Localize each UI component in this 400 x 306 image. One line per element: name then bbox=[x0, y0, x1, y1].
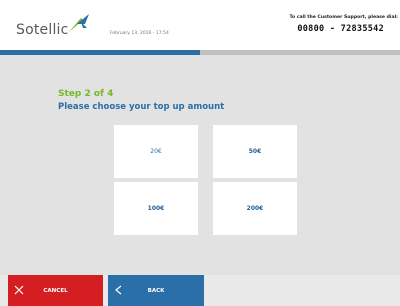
amount-button-100[interactable]: 100€ bbox=[114, 182, 198, 235]
back-button[interactable]: BACK bbox=[108, 275, 204, 306]
current-datetime: February 13, 2016 - 17:54 bbox=[110, 31, 169, 36]
amount-button-50[interactable]: 50€ bbox=[213, 125, 297, 178]
brand-logo-text: Sotellic bbox=[16, 22, 69, 38]
support-label: To call the Customer Support, please dia… bbox=[289, 15, 398, 20]
support-phone-number: 00800 - 72835542 bbox=[297, 24, 384, 34]
cancel-button-label: CANCEL bbox=[43, 288, 68, 294]
amount-button-200[interactable]: 200€ bbox=[213, 182, 297, 235]
main-panel bbox=[0, 55, 400, 275]
back-button-label: BACK bbox=[147, 288, 165, 294]
brand-logo-icon bbox=[69, 14, 89, 32]
app-header: Sotellic February 13, 2016 - 17:54 To ca… bbox=[0, 0, 400, 50]
amount-button-20[interactable]: 20€ bbox=[114, 125, 198, 178]
step-indicator: Step 2 of 4 bbox=[58, 89, 114, 99]
cancel-button[interactable]: CANCEL bbox=[8, 275, 103, 306]
instruction-heading: Please choose your top up amount bbox=[58, 102, 225, 112]
